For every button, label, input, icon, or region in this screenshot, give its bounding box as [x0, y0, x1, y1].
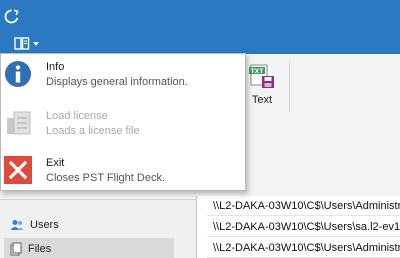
nav-item-label: Files	[28, 243, 52, 255]
files-icon	[10, 242, 22, 256]
table-row[interactable]: \\L2-DAKA-03W10\C$\Users\Administra	[207, 238, 400, 258]
menu-item-description: Loads a license file	[46, 125, 140, 137]
svg-text:TXT: TXT	[251, 68, 265, 75]
license-icon	[7, 111, 31, 135]
nav-item-files[interactable]: Files	[4, 238, 174, 258]
exit-icon	[4, 156, 32, 184]
nav-item-label: Users	[30, 219, 59, 231]
menu-item-title: Info	[46, 61, 65, 73]
menu-item-title: Exit	[46, 157, 65, 169]
table-row[interactable]: \\L2-DAKA-03W10\C$\Users\Administra	[207, 196, 400, 216]
menu-item-info[interactable]: Info Displays general information.	[1, 56, 245, 98]
info-icon	[5, 61, 31, 87]
app-menu-button[interactable]	[10, 34, 46, 52]
chevron-down-icon	[33, 42, 39, 46]
app-menu-dropdown: Info Displays general information. Load …	[0, 53, 246, 191]
menu-item-exit[interactable]: Exit Closes PST Flight Deck.	[1, 152, 245, 194]
ribbon-separator	[289, 62, 290, 112]
menu-item-description: Displays general information.	[46, 76, 188, 88]
txt-file-save-icon: TXT	[249, 64, 274, 88]
menu-item-load-license[interactable]: Load license Loads a license file	[1, 105, 245, 147]
app-logo-icon	[4, 9, 19, 24]
table-row[interactable]: \\L2-DAKA-03W10\C$\Users\sa.l2-ev10	[207, 217, 400, 237]
menu-item-description: Closes PST Flight Deck.	[46, 172, 166, 184]
nav-pane: Users Files	[0, 200, 196, 258]
book-icon	[14, 36, 30, 50]
users-icon	[10, 220, 24, 230]
text-export-label: Text	[251, 94, 273, 106]
text-export-button[interactable]: TXT Text	[244, 60, 280, 116]
nav-item-users[interactable]: Users	[4, 214, 174, 236]
title-bar	[0, 0, 400, 54]
menu-item-title: Load license	[46, 110, 108, 122]
file-grid: \\L2-DAKA-03W10\C$\Users\Administra \\L2…	[196, 196, 400, 258]
